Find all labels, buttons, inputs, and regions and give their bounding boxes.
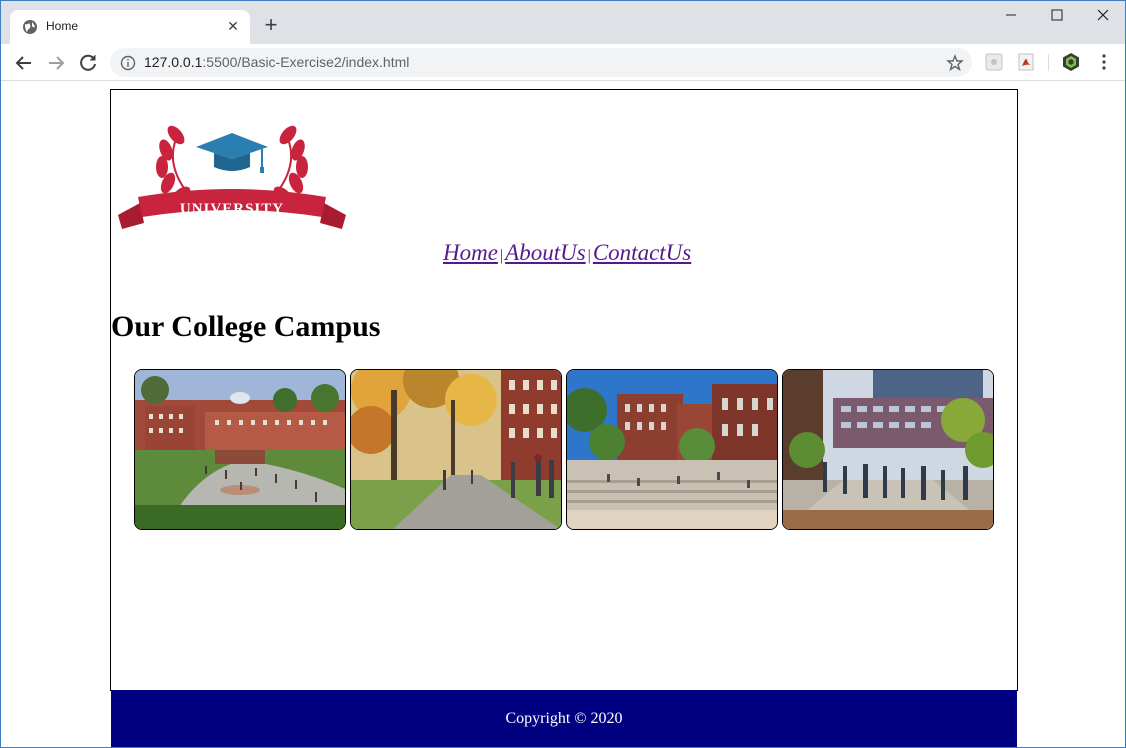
minimize-icon xyxy=(1006,14,1016,16)
tab-title: Home xyxy=(46,19,79,33)
bookmark-star-icon[interactable] xyxy=(946,54,964,72)
nav-link-contactus[interactable]: ContactUs xyxy=(593,240,691,265)
nav-link-aboutus[interactable]: AboutUs xyxy=(505,240,586,265)
profile-extension-icon[interactable] xyxy=(1061,52,1081,72)
copyright-text: Copyright © 2020 xyxy=(505,710,623,727)
maximize-icon xyxy=(1051,9,1063,21)
logo-text: UNIVERSITY xyxy=(180,201,284,217)
page-viewport: UNIVERSITY Home |AboutUs |ContactUs Our Co… xyxy=(1,82,1125,747)
browser-tab[interactable]: Home ✕ xyxy=(10,10,250,44)
nav-separator: | xyxy=(499,247,504,264)
nav-link-home[interactable]: Home xyxy=(443,240,498,265)
university-logo: UNIVERSITY xyxy=(118,125,346,229)
browser-toolbar: 127.0.0.1:5500/Basic-Exercise2/index.htm… xyxy=(1,44,1125,81)
url-path: :5500/Basic-Exercise2/index.html xyxy=(202,54,410,70)
globe-icon xyxy=(23,20,37,34)
graduation-cap-icon xyxy=(196,133,268,173)
address-bar[interactable]: 127.0.0.1:5500/Basic-Exercise2/index.htm… xyxy=(110,48,972,77)
url-host: 127.0.0.1 xyxy=(144,54,203,70)
campus-photo-3 xyxy=(566,369,778,530)
back-arrow-icon[interactable] xyxy=(11,50,37,76)
page-heading: Our College Campus xyxy=(111,310,381,343)
maximize-button[interactable] xyxy=(1034,1,1080,31)
forward-arrow-icon[interactable] xyxy=(43,50,69,76)
campus-gallery xyxy=(134,369,996,531)
new-tab-button[interactable]: + xyxy=(259,13,283,37)
campus-photo-1 xyxy=(134,369,346,530)
page-container: UNIVERSITY Home |AboutUs |ContactUs Our Co… xyxy=(110,89,1018,691)
toolbar-divider xyxy=(1048,54,1049,71)
close-icon xyxy=(1097,9,1109,21)
reload-icon[interactable] xyxy=(75,50,101,76)
campus-photo-4 xyxy=(782,369,994,530)
title-bar: Home ✕ + xyxy=(1,1,1125,44)
browser-window: Home ✕ + 127.0.0.1:5500/Basic-Exercise2/… xyxy=(0,0,1126,748)
minimize-button[interactable] xyxy=(988,1,1034,31)
pdf-extension-icon[interactable] xyxy=(1016,52,1036,72)
close-window-button[interactable] xyxy=(1080,1,1125,31)
campus-photo-2 xyxy=(350,369,562,530)
ribbon-banner: UNIVERSITY xyxy=(118,189,346,229)
nav-separator: | xyxy=(587,247,591,264)
extension-icon[interactable] xyxy=(984,52,1004,72)
url-text: 127.0.0.1:5500/Basic-Exercise2/index.htm… xyxy=(144,54,409,70)
close-tab-icon[interactable]: ✕ xyxy=(224,18,242,36)
main-nav: Home |AboutUs |ContactUs xyxy=(443,240,691,266)
menu-dots-icon[interactable] xyxy=(1094,52,1114,72)
info-icon[interactable] xyxy=(120,55,136,71)
page-footer: Copyright © 2020 xyxy=(111,690,1017,747)
